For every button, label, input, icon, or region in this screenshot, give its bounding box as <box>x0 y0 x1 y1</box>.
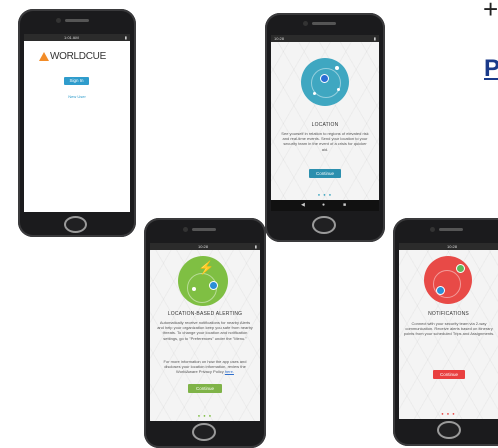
android-nav-bar: ◀ ● ■ <box>271 200 379 211</box>
speaker-grille <box>65 19 89 22</box>
new-user-link[interactable]: New User <box>62 94 92 99</box>
speaker-grille <box>192 228 216 231</box>
continue-button[interactable]: Continue <box>433 370 465 379</box>
brand-name: WORLDCUE <box>50 51 106 62</box>
page-indicator: ● ● ● <box>441 411 456 416</box>
location-screen: 10:28 ▮ LOCATION See yourself in relatio… <box>271 35 379 211</box>
status-bar: 1:01 AM ▮ <box>24 34 130 41</box>
brand-logo: WORLDCUE <box>36 51 118 63</box>
alert-dot <box>192 287 196 291</box>
front-camera <box>56 18 61 23</box>
screen-title: LOCATION-BASED ALERTING <box>167 311 243 317</box>
battery-icon: ▮ <box>124 35 127 40</box>
privacy-info-body: For more information on how the app uses… <box>163 359 247 375</box>
sign-in-button[interactable]: Sign In <box>64 77 89 85</box>
front-camera <box>430 227 435 232</box>
home-button[interactable] <box>192 423 216 441</box>
user-location-marker <box>320 74 329 83</box>
user-location-marker <box>436 286 445 295</box>
battery-icon: ▮ <box>254 244 257 249</box>
screen-title: NOTIFICATIONS <box>428 311 469 317</box>
logo-mark-icon <box>39 52 49 61</box>
lightning-icon: ⚡ <box>198 260 215 275</box>
recents-icon[interactable]: ■ <box>343 202 346 208</box>
front-camera <box>183 227 188 232</box>
page-indicator: ● ● ● <box>197 413 213 418</box>
battery-icon: ▮ <box>373 36 376 41</box>
event-dot <box>313 92 316 95</box>
back-icon[interactable]: ◀ <box>301 202 305 208</box>
status-time: 1:01 AM <box>64 35 79 40</box>
front-camera <box>303 21 308 26</box>
home-button[interactable] <box>64 216 87 233</box>
speaker-grille <box>312 22 336 25</box>
screen-title: LOCATION <box>311 122 339 128</box>
phone-notifications: 10:28 NOTIFICATIONS Connect with your se… <box>393 218 498 446</box>
privacy-policy-link[interactable]: here. <box>225 369 234 374</box>
itinerary-marker <box>456 264 465 273</box>
screen-description: Connect with your security team via 2-wa… <box>403 321 495 337</box>
privacy-info-text: For more information on how the app uses… <box>159 359 251 375</box>
page-indicator: ● ● ● <box>317 192 333 197</box>
status-time: 10:28 <box>274 36 285 41</box>
status-time: 10:28 <box>198 244 209 249</box>
status-time: 10:28 <box>447 244 458 249</box>
signin-screen: 1:01 AM ▮ WORLDCUE Sign In New User <box>24 34 130 212</box>
status-bar: 10:28 <box>399 243 498 250</box>
phone-location: 10:28 ▮ LOCATION See yourself in relatio… <box>265 13 385 242</box>
screen-description: Automatically receive notifications for … <box>157 320 253 341</box>
continue-button[interactable]: Continue <box>309 169 341 178</box>
partial-plus-glyph: + <box>483 0 498 24</box>
partial-link-letter[interactable]: P <box>484 55 498 83</box>
event-dot <box>335 66 339 70</box>
phone-signin: 1:01 AM ▮ WORLDCUE Sign In New User <box>18 9 136 237</box>
home-button[interactable] <box>312 216 336 234</box>
phone-alerting: 10:28 ▮ ⚡ LOCATION-BASED ALERTING Automa… <box>144 218 266 448</box>
speaker-grille <box>439 228 463 231</box>
screen-description: See yourself in relation to regions of e… <box>281 131 369 152</box>
status-bar: 10:28 ▮ <box>150 243 260 250</box>
alerting-screen: 10:28 ▮ ⚡ LOCATION-BASED ALERTING Automa… <box>150 243 260 421</box>
notifications-illustration <box>424 256 472 304</box>
continue-button[interactable]: Continue <box>188 384 222 393</box>
alerting-illustration: ⚡ <box>178 256 228 306</box>
user-location-marker <box>209 281 218 290</box>
event-dot <box>337 88 340 91</box>
location-illustration <box>301 58 349 106</box>
notifications-screen: 10:28 NOTIFICATIONS Connect with your se… <box>399 243 498 419</box>
home-button[interactable] <box>437 421 461 439</box>
status-bar: 10:28 ▮ <box>271 35 379 42</box>
home-circle-icon[interactable]: ● <box>322 202 325 208</box>
